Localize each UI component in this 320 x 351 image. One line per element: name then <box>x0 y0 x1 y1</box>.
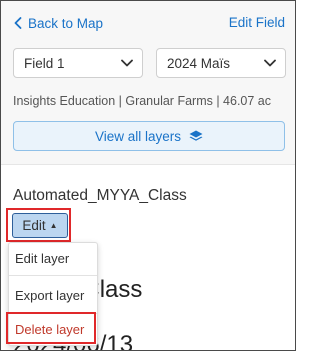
layer-details-panel: Back to Map Edit Field Field 1 2024 Maïs… <box>0 0 296 351</box>
layers-stack-icon <box>189 130 203 141</box>
chevron-down-icon <box>264 59 276 67</box>
menu-item-export-layer[interactable]: Export layer <box>9 283 97 307</box>
edit-button-label: Edit <box>22 218 46 233</box>
view-all-layers-label: View all layers <box>94 128 182 144</box>
menu-divider <box>9 275 97 276</box>
back-to-map-label: Back to Map <box>28 15 104 31</box>
delete-layer-highlight <box>6 312 96 344</box>
chevron-down-icon <box>121 59 133 67</box>
edit-layer-dropdown-button[interactable]: Edit ▲ <box>12 213 68 238</box>
menu-item-edit-layer[interactable]: Edit layer <box>9 246 97 270</box>
field-meta-info: Insights Education | Granular Farms | 46… <box>13 94 272 108</box>
edit-field-link[interactable]: Edit Field <box>229 15 285 30</box>
field-select[interactable]: Field 1 <box>13 48 143 78</box>
caret-up-icon: ▲ <box>49 221 58 230</box>
layer-name-heading: Automated_MYYA_Class <box>13 187 187 204</box>
chevron-left-icon <box>14 17 22 29</box>
view-all-layers-button[interactable]: View all layers <box>13 121 285 151</box>
field-select-value: Field 1 <box>24 55 65 71</box>
field-header-panel: Back to Map Edit Field Field 1 2024 Maïs… <box>1 1 295 165</box>
season-select-value: 2024 Maïs <box>167 55 231 71</box>
back-to-map-link[interactable]: Back to Map <box>14 14 103 32</box>
season-select[interactable]: 2024 Maïs <box>156 48 286 78</box>
